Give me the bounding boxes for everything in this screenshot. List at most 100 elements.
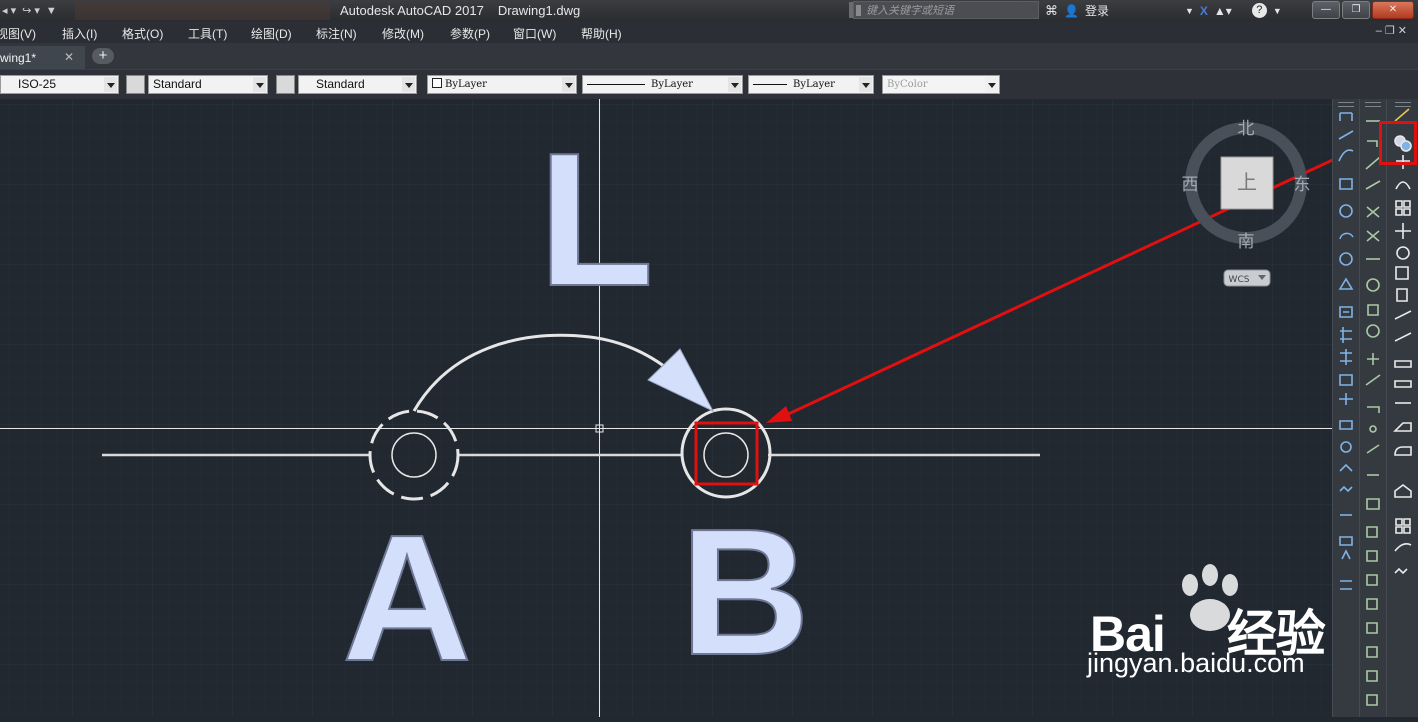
snap-from-icon	[1367, 140, 1378, 147]
gradient-tool-icon	[1339, 485, 1353, 493]
redo-icon[interactable]: ↪ ▾	[22, 4, 40, 17]
stretch-tool-icon	[1396, 288, 1408, 302]
chevron-down-icon	[728, 77, 741, 92]
toolbar-grip[interactable]	[1338, 102, 1354, 107]
exchange-icon[interactable]: X	[1200, 4, 1208, 18]
login-dropdown-icon[interactable]: ▼	[1185, 6, 1194, 16]
new-tab-button[interactable]: +	[92, 48, 114, 64]
circle-tool-icon	[1339, 204, 1353, 218]
mtext-tool-icon	[1339, 536, 1353, 546]
toolbar-grip[interactable]	[1395, 102, 1411, 107]
extend-tool-icon	[1394, 332, 1412, 342]
chevron-down-icon	[985, 77, 998, 92]
draw-toolbar-icons	[1338, 112, 1354, 590]
menu-bar: 视图(V) 插入(I) 格式(O) 工具(T) 绘图(D) 标注(N) 修改(M…	[0, 21, 1418, 43]
scale-tool-icon	[1395, 266, 1409, 280]
color-select[interactable]: ByLayer	[427, 75, 577, 94]
text-tool-icon	[1341, 549, 1351, 560]
user-icon[interactable]: 👤	[1064, 4, 1079, 18]
minimize-button[interactable]: —	[1312, 1, 1340, 19]
compass-south[interactable]: 南	[1238, 232, 1255, 252]
array-tool-icon	[1395, 200, 1411, 216]
table-tool-icon	[1340, 327, 1352, 343]
osnap-settings-icon	[1366, 498, 1380, 510]
chevron-down-icon	[402, 77, 415, 92]
lineweight-select[interactable]: ByLayer	[748, 75, 874, 94]
compass-west[interactable]: 西	[1182, 175, 1199, 195]
multileader-style-icon[interactable]	[276, 75, 295, 94]
nearest-snap-icon	[1366, 444, 1380, 454]
break-at-point-tool-icon	[1394, 360, 1412, 368]
undo-icon[interactable]: ◂ ▾	[2, 4, 16, 17]
viewcube-top-label: 上	[1237, 170, 1257, 194]
text-style-select[interactable]: Standard	[148, 75, 268, 94]
xline-tool-icon	[1338, 130, 1354, 140]
compass-east[interactable]: 东	[1294, 175, 1311, 195]
window-title: Autodesk AutoCAD 2017 Drawing1.dwg	[340, 3, 580, 18]
binoculars-icon[interactable]: ⌘	[1045, 3, 1058, 19]
quadrant-snap-icon	[1367, 304, 1379, 316]
title-bar-background	[75, 1, 330, 20]
line-tool-icon	[1339, 112, 1353, 121]
menu-item-window[interactable]: 窗口(W)	[513, 25, 556, 42]
qat-dropdown-icon[interactable]: ▼	[46, 5, 57, 17]
object-snap-toolbar	[1359, 99, 1386, 717]
chevron-down-icon	[859, 77, 872, 92]
point-tool-icon	[1339, 393, 1353, 405]
styles-toolbar: ISO-25 Standard Standard ByLayer ByLayer…	[0, 69, 1418, 100]
zoom-dynamic-icon	[1366, 550, 1378, 562]
help-dropdown-icon[interactable]: ▼	[1273, 6, 1282, 16]
restore-button[interactable]: ❐	[1342, 1, 1370, 19]
help-icon[interactable]: ?	[1251, 3, 1267, 18]
dim-style-select[interactable]: ISO-25	[0, 75, 119, 94]
zoom-all-icon	[1366, 694, 1378, 706]
chevron-down-icon	[253, 77, 266, 92]
menu-item-parametric[interactable]: 参数(P)	[450, 25, 490, 42]
compass-north[interactable]: 北	[1238, 119, 1255, 139]
menu-item-draw[interactable]: 绘图(D)	[251, 25, 292, 42]
file-tab[interactable]: wing1* ✕	[0, 46, 85, 69]
apparent-snap-icon	[1366, 230, 1380, 242]
letter-b: B	[680, 492, 810, 693]
blend-tool-icon	[1394, 484, 1412, 498]
menu-item-view[interactable]: 视图(V)	[0, 25, 36, 42]
region-tool-icon	[1339, 374, 1353, 386]
text-style-value: Standard	[153, 77, 202, 91]
search-input[interactable]: 键入关键字或短语	[853, 1, 1039, 19]
chamfer-tool-icon	[1393, 422, 1412, 432]
toolbar-grip[interactable]	[1365, 102, 1381, 107]
multileader-style-value: Standard	[316, 77, 365, 91]
window-controls: — ❐ ✕	[1312, 1, 1414, 19]
menu-item-modify[interactable]: 修改(M)	[382, 25, 424, 42]
insert-snap-icon	[1367, 406, 1380, 413]
chevron-down-icon	[104, 77, 117, 92]
polyline-tool-icon	[1338, 149, 1354, 162]
menu-item-tools[interactable]: 工具(T)	[188, 25, 227, 42]
close-button[interactable]: ✕	[1372, 1, 1414, 19]
login-button[interactable]: 登录	[1085, 2, 1109, 19]
splinedit-tool-icon	[1394, 567, 1408, 575]
close-tab-icon[interactable]: ✕	[64, 50, 74, 64]
linetype-select[interactable]: ByLayer	[582, 75, 743, 94]
erase-tool-icon	[1394, 108, 1410, 122]
intersection-snap-icon	[1366, 206, 1380, 218]
menu-item-insert[interactable]: 插入(I)	[62, 25, 97, 42]
a360-icon[interactable]: ▲▾	[1214, 4, 1232, 18]
ucs-label: WCS	[1229, 275, 1250, 285]
snap-toolbar-icons	[1365, 120, 1381, 706]
menu-item-help[interactable]: 帮助(H)	[581, 25, 622, 42]
letter-l: L	[538, 114, 654, 326]
explode-tool-icon	[1395, 518, 1411, 534]
mdi-controls[interactable]: –❐✕	[1376, 24, 1410, 37]
endpoint-snap-icon	[1365, 156, 1381, 170]
zoom-scale-icon	[1366, 574, 1378, 586]
table-style-icon[interactable]	[126, 75, 145, 94]
insert-tool-icon	[1340, 441, 1352, 453]
circle2-tool-icon	[1339, 252, 1353, 266]
document-name: Drawing1.dwg	[497, 3, 581, 18]
menu-item-dimension[interactable]: 标注(N)	[316, 25, 357, 42]
fillet-tool-icon	[1394, 446, 1412, 456]
multileader-style-select[interactable]: Standard	[298, 75, 417, 94]
menu-item-format[interactable]: 格式(O)	[122, 25, 163, 42]
modify-toolbar-icons	[1393, 108, 1412, 575]
